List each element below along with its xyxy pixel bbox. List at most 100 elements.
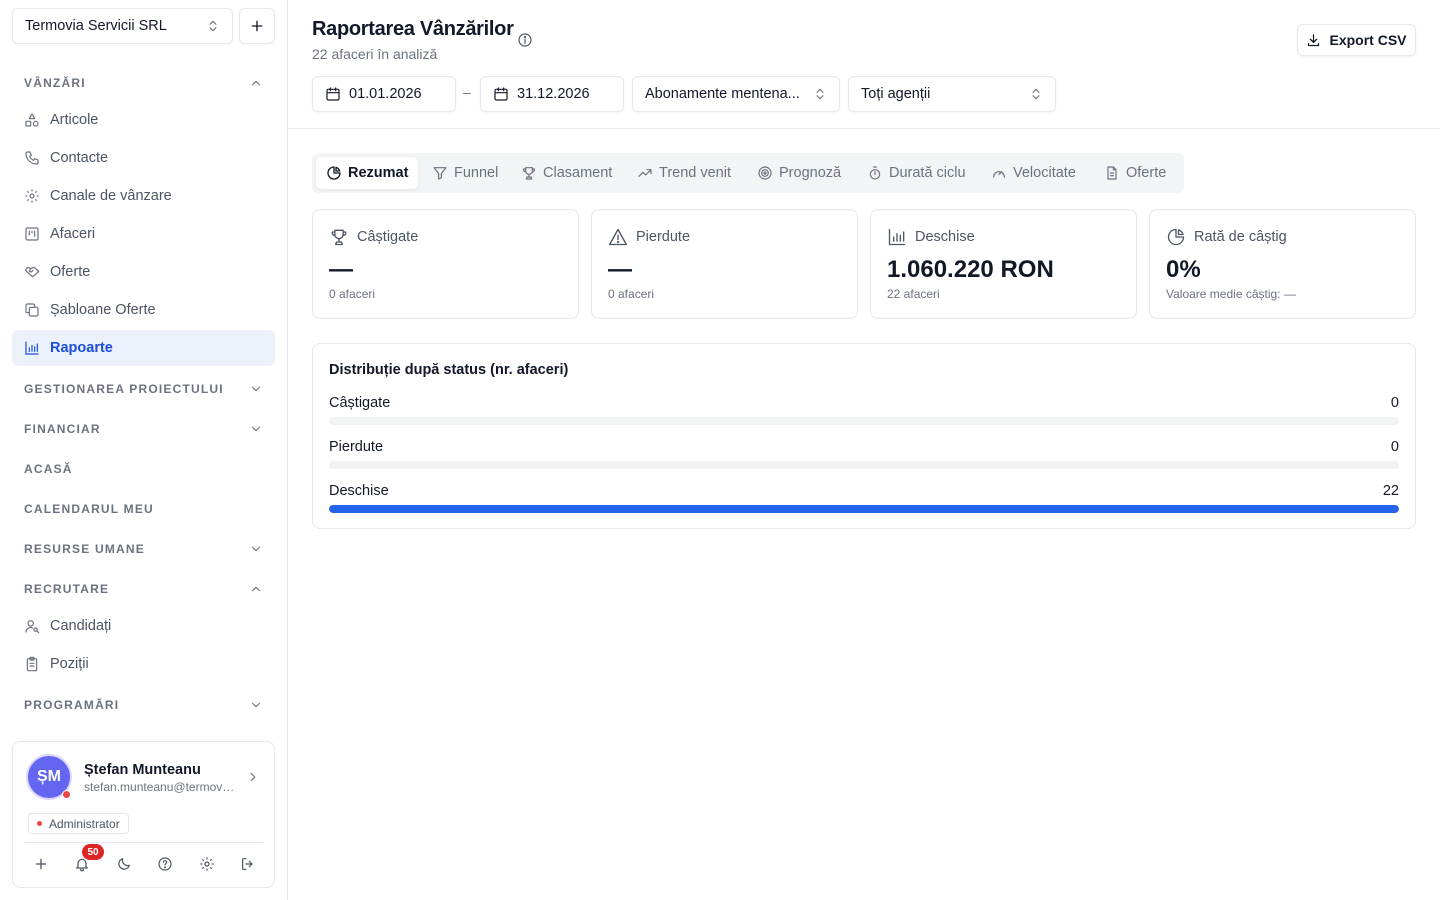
- sidebar-item-articole[interactable]: Articole: [12, 102, 275, 138]
- help-circle-icon: [157, 856, 173, 872]
- tab-label: Durată ciclu: [889, 165, 966, 181]
- stat-card-deschise: Deschise 1.060.220 RON 22 afaceri: [870, 209, 1137, 319]
- trophy-icon: [521, 165, 537, 181]
- file-text-icon: [1104, 165, 1120, 181]
- sidebar-item-label: Contacte: [50, 150, 109, 166]
- moon-icon: [116, 856, 132, 872]
- section-gestionarea-proiectului[interactable]: GESTIONAREA PROIECTULUI: [12, 375, 275, 403]
- section-vanzari[interactable]: VÂNZĂRI: [12, 69, 275, 97]
- notifications-button[interactable]: 50: [70, 844, 104, 876]
- sidebar: Termovia Servicii SRL VÂNZĂRI Articole C…: [0, 0, 288, 900]
- chevron-up-icon: [249, 76, 263, 90]
- user-search-icon: [24, 618, 40, 634]
- stat-footnote: 0 afaceri: [608, 287, 655, 301]
- stat-label: Pierdute: [636, 229, 691, 245]
- chevron-down-icon: [249, 382, 263, 396]
- channel-select[interactable]: Abonamente mentena...: [632, 76, 840, 112]
- section-acasa[interactable]: ACASĂ: [12, 455, 275, 483]
- chevron-right-icon[interactable]: [246, 770, 260, 784]
- main-content: Raportarea Vânzărilor 22 afaceri în anal…: [288, 0, 1440, 900]
- tab-prognoza[interactable]: Prognoză: [747, 157, 851, 189]
- sidebar-item-afaceri[interactable]: Afaceri: [12, 216, 275, 252]
- user-name: Ștefan Munteanu: [84, 762, 201, 778]
- tab-velocitate[interactable]: Velocitate: [981, 157, 1086, 189]
- stat-value: —: [329, 256, 353, 283]
- page-header: Raportarea Vânzărilor 22 afaceri în anal…: [288, 0, 1440, 129]
- distribution-title: Distribuție după status (nr. afaceri): [329, 362, 569, 378]
- stat-card-rata-castig: Rată de câștig 0% Valoare medie câștig: …: [1149, 209, 1416, 319]
- theme-toggle-button[interactable]: [112, 852, 136, 876]
- agent-select[interactable]: Toți agenții: [848, 76, 1056, 112]
- status-dot: [62, 790, 71, 799]
- stat-value: 0%: [1166, 256, 1201, 283]
- tab-label: Funnel: [454, 165, 499, 181]
- stat-header: Câștigate: [329, 227, 418, 247]
- stat-card-pierdute: Pierdute — 0 afaceri: [591, 209, 858, 319]
- section-label: CALENDARUL MEU: [24, 502, 154, 516]
- divider: [25, 842, 263, 843]
- add-button[interactable]: [29, 852, 53, 876]
- row-value: 0: [1390, 439, 1399, 455]
- plus-icon: [249, 18, 265, 34]
- phone-icon: [24, 150, 40, 166]
- organization-select[interactable]: Termovia Servicii SRL: [12, 8, 233, 44]
- progress-fill: [329, 505, 1399, 513]
- trending-up-icon: [637, 165, 653, 181]
- notification-count-badge: 50: [82, 844, 104, 860]
- chevron-down-icon: [249, 422, 263, 436]
- row-label: Pierdute: [329, 439, 384, 455]
- stat-value: —: [608, 256, 632, 283]
- sidebar-item-oferte[interactable]: Oferte: [12, 254, 275, 290]
- tab-funnel[interactable]: Funnel: [422, 157, 508, 189]
- date-from-picker[interactable]: 01.01.2026: [312, 76, 456, 112]
- help-button[interactable]: [153, 852, 177, 876]
- tab-trend-venit[interactable]: Trend venit: [627, 157, 741, 189]
- status-distribution-card: Distribuție după status (nr. afaceri) Câ…: [312, 343, 1416, 529]
- organization-name: Termovia Servicii SRL: [25, 18, 167, 34]
- date-to-picker[interactable]: 31.12.2026: [480, 76, 624, 112]
- bar-chart-icon: [24, 340, 40, 356]
- user-actions: 50: [25, 844, 263, 876]
- user-email: stefan.munteanu@termovia.ro: [84, 780, 236, 794]
- kanban-icon: [24, 226, 40, 242]
- user-card: ȘM Ștefan Munteanu stefan.munteanu@termo…: [12, 741, 275, 888]
- gear-icon: [24, 188, 40, 204]
- sidebar-item-contacte[interactable]: Contacte: [12, 140, 275, 176]
- export-csv-button[interactable]: Export CSV: [1297, 24, 1416, 56]
- section-programari[interactable]: PROGRAMĂRI: [12, 691, 275, 719]
- settings-button[interactable]: [195, 852, 219, 876]
- section-label: RESURSE UMANE: [24, 542, 145, 556]
- tab-label: Oferte: [1126, 165, 1167, 181]
- sidebar-item-label: Șabloane Oferte: [50, 302, 156, 318]
- sidebar-item-candidati[interactable]: Candidați: [12, 608, 275, 644]
- info-icon[interactable]: [517, 32, 533, 48]
- section-financiar[interactable]: FINANCIAR: [12, 415, 275, 443]
- stat-label: Rată de câștig: [1194, 229, 1287, 245]
- section-recrutare[interactable]: RECRUTARE: [12, 575, 275, 603]
- sidebar-item-pozitii[interactable]: Poziții: [12, 646, 275, 682]
- add-organization-button[interactable]: [239, 8, 275, 44]
- tab-label: Clasament: [543, 165, 613, 181]
- logout-button[interactable]: [236, 852, 260, 876]
- sidebar-item-sabloane[interactable]: Șabloane Oferte: [12, 292, 275, 328]
- section-calendarul-meu[interactable]: CALENDARUL MEU: [12, 495, 275, 523]
- tab-clasament[interactable]: Clasament: [511, 157, 622, 189]
- copy-icon: [24, 302, 40, 318]
- sidebar-item-label: Candidați: [50, 618, 112, 634]
- sidebar-item-canale[interactable]: Canale de vânzare: [12, 178, 275, 214]
- stat-footnote: 0 afaceri: [329, 287, 376, 301]
- section-resurse-umane[interactable]: RESURSE UMANE: [12, 535, 275, 563]
- gear-icon: [199, 856, 215, 872]
- chevron-up-down-icon: [1029, 87, 1043, 101]
- progress-track: [329, 417, 1399, 425]
- tab-oferte[interactable]: Oferte: [1094, 157, 1176, 189]
- row-label: Deschise: [329, 483, 389, 499]
- chevron-down-icon: [249, 542, 263, 556]
- calendar-icon: [325, 86, 341, 102]
- date-from-value: 01.01.2026: [349, 86, 422, 102]
- tab-durata-ciclu[interactable]: Durată ciclu: [857, 157, 976, 189]
- sidebar-item-rapoarte[interactable]: Rapoarte: [12, 330, 275, 366]
- tab-rezumat[interactable]: Rezumat: [316, 157, 419, 189]
- shapes-icon: [24, 112, 40, 128]
- sidebar-item-label: Poziții: [50, 656, 89, 672]
